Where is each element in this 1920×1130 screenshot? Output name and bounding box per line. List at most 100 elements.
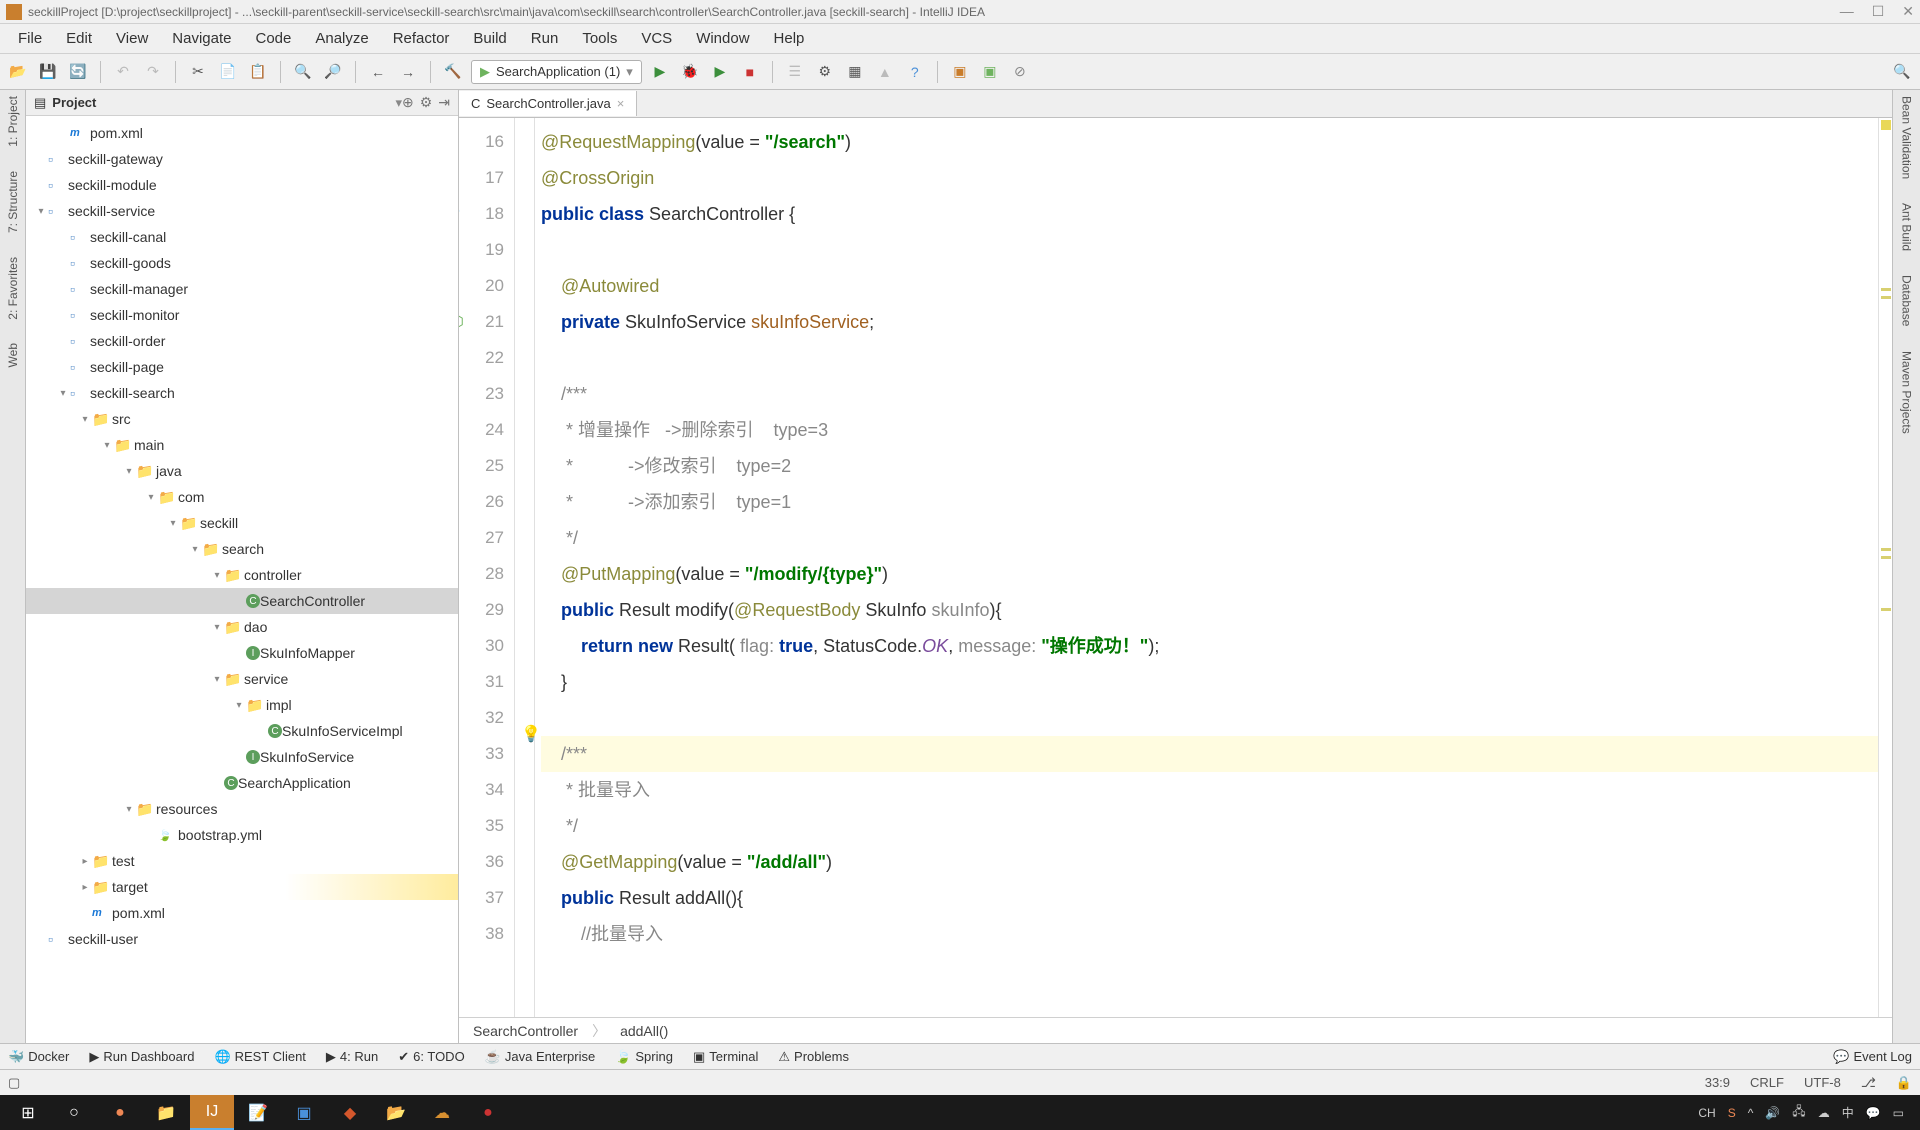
status-icon[interactable]: ▢	[8, 1075, 20, 1091]
code-line[interactable]: private SkuInfoService skuInfoService;	[541, 304, 1878, 340]
tree-node-pom-xml[interactable]: mpom.xml	[26, 900, 458, 926]
tree-node-service[interactable]: ▾📁service	[26, 666, 458, 692]
analysis-status-icon[interactable]	[1881, 120, 1891, 130]
sync-icon[interactable]: 🔄	[66, 60, 90, 84]
stop-button[interactable]: ■	[738, 60, 762, 84]
cut-icon[interactable]: ✂	[186, 60, 210, 84]
code-line[interactable]: public class SearchController {	[541, 196, 1878, 232]
gutter-line[interactable]: 29	[459, 592, 504, 628]
back-icon[interactable]: ←	[366, 60, 390, 84]
code-line[interactable]	[541, 340, 1878, 376]
code-line[interactable]: @CrossOrigin	[541, 160, 1878, 196]
event-log-button[interactable]: 💬Event Log	[1833, 1049, 1912, 1065]
tool----run[interactable]: ▶4: Run	[326, 1049, 378, 1065]
gutter-line[interactable]: 36	[459, 844, 504, 880]
gutter-line[interactable]: 38	[459, 916, 504, 952]
menu-window[interactable]: Window	[686, 26, 759, 51]
action-center-icon[interactable]: 💬	[1866, 1106, 1881, 1120]
open-icon[interactable]: 📂	[6, 60, 30, 84]
editor-tab[interactable]: C SearchController.java ×	[459, 91, 637, 116]
cursor-position[interactable]: 33:9	[1705, 1075, 1730, 1091]
gutter-line[interactable]: 24	[459, 412, 504, 448]
menu-refactor[interactable]: Refactor	[383, 26, 460, 51]
hide-icon[interactable]: ⇥	[438, 94, 450, 111]
gutter-line[interactable]: 22	[459, 340, 504, 376]
tree-node-seckill-service[interactable]: ▾▫seckill-service	[26, 198, 458, 224]
file-encoding[interactable]: UTF-8	[1804, 1075, 1841, 1091]
explorer-icon[interactable]: 📁	[144, 1095, 188, 1130]
paste-icon[interactable]: 📋	[246, 60, 270, 84]
gutter-line[interactable]: ⬡21	[459, 304, 504, 340]
tree-node-searchapplication[interactable]: C SearchApplication	[26, 770, 458, 796]
left-rail----structure[interactable]: 7: Structure	[6, 171, 20, 233]
tray-ime-icon[interactable]: 中	[1842, 1104, 1854, 1121]
gutter-line[interactable]: 19	[459, 232, 504, 268]
tree-node-seckill-module[interactable]: ▫seckill-module	[26, 172, 458, 198]
tree-node-controller[interactable]: ▾📁controller	[26, 562, 458, 588]
collapse-all-icon[interactable]: ⚙	[420, 94, 433, 111]
start-button[interactable]: ⊞	[6, 1095, 50, 1130]
right-rail-ant-build[interactable]: Ant Build	[1900, 203, 1914, 251]
menu-run[interactable]: Run	[521, 26, 569, 51]
code-line[interactable]: public Result modify(@RequestBody SkuInf…	[541, 592, 1878, 628]
right-rail-bean-validation[interactable]: Bean Validation	[1900, 96, 1914, 179]
tree-node-seckill-order[interactable]: ▫seckill-order	[26, 328, 458, 354]
ime-indicator[interactable]: CH	[1698, 1106, 1715, 1120]
gutter-line[interactable]: 31	[459, 664, 504, 700]
gutter-line[interactable]: 🍃18	[459, 196, 504, 232]
tree-node-pom-xml[interactable]: mpom.xml	[26, 120, 458, 146]
tree-node-searchcontroller[interactable]: C SearchController	[26, 588, 458, 614]
menu-build[interactable]: Build	[463, 26, 516, 51]
tool-docker[interactable]: 🐳Docker	[8, 1049, 69, 1065]
tree-node-seckill-monitor[interactable]: ▫seckill-monitor	[26, 302, 458, 328]
tree-node-skuinfomapper[interactable]: I SkuInfoMapper	[26, 640, 458, 666]
gutter-line[interactable]: 27	[459, 520, 504, 556]
forward-icon[interactable]: →	[396, 60, 420, 84]
tree-node-target[interactable]: ▸📁target	[26, 874, 458, 900]
redo-icon[interactable]: ↷	[141, 60, 165, 84]
code-line[interactable]: * ->添加索引 type=1	[541, 484, 1878, 520]
gutter-line[interactable]: 32	[459, 700, 504, 736]
code-line[interactable]: @PutMapping(value = "/modify/{type}")	[541, 556, 1878, 592]
app1-icon[interactable]: ◆	[328, 1095, 372, 1130]
close-button[interactable]: ✕	[1902, 3, 1914, 20]
context-icon[interactable]: ⎇	[1861, 1075, 1876, 1091]
tool-run-dashboard[interactable]: ▶Run Dashboard	[89, 1049, 194, 1065]
gutter-line[interactable]: 28	[459, 556, 504, 592]
code-line[interactable]: //批量导入	[541, 916, 1878, 952]
code-line[interactable]: }	[541, 664, 1878, 700]
tree-node-seckill[interactable]: ▾📁seckill	[26, 510, 458, 536]
jrebel1-icon[interactable]: ▣	[948, 60, 972, 84]
menu-analyze[interactable]: Analyze	[305, 26, 378, 51]
tree-node-resources[interactable]: ▾📁resources	[26, 796, 458, 822]
tree-node-search[interactable]: ▾📁search	[26, 536, 458, 562]
copy-icon[interactable]: 📄	[216, 60, 240, 84]
gutter-line[interactable]: 25	[459, 448, 504, 484]
gutter-line[interactable]: 23	[459, 376, 504, 412]
code-line[interactable]: /***	[541, 376, 1878, 412]
structure-icon[interactable]: ☰	[783, 60, 807, 84]
tool1-icon[interactable]: ⚙	[813, 60, 837, 84]
tool-spring[interactable]: 🍃Spring	[615, 1049, 673, 1065]
tree-node-bootstrap-yml[interactable]: 🍃bootstrap.yml	[26, 822, 458, 848]
run-button[interactable]: ▶	[648, 60, 672, 84]
tree-node-dao[interactable]: ▾📁dao	[26, 614, 458, 640]
gutter-line[interactable]: 37	[459, 880, 504, 916]
menu-code[interactable]: Code	[245, 26, 301, 51]
code-line[interactable]: return new Result( flag: true, StatusCod…	[541, 628, 1878, 664]
menu-file[interactable]: File	[8, 26, 52, 51]
tree-node-com[interactable]: ▾📁com	[26, 484, 458, 510]
chrome-icon[interactable]: ●	[98, 1095, 142, 1130]
tree-node-seckill-gateway[interactable]: ▫seckill-gateway	[26, 146, 458, 172]
menu-navigate[interactable]: Navigate	[162, 26, 241, 51]
lock-icon[interactable]: 🔒	[1896, 1075, 1912, 1091]
tool----todo[interactable]: ✔6: TODO	[398, 1049, 464, 1065]
tray-app-icon[interactable]: S	[1728, 1106, 1736, 1120]
cortana-icon[interactable]: ○	[52, 1095, 96, 1130]
network-icon[interactable]: 🖧	[1792, 1102, 1805, 1123]
minimize-button[interactable]: —	[1840, 3, 1854, 20]
tree-node-skuinfoserviceimpl[interactable]: C SkuInfoServiceImpl	[26, 718, 458, 744]
tree-node-seckill-canal[interactable]: ▫seckill-canal	[26, 224, 458, 250]
jrebel3-icon[interactable]: ⊘	[1008, 60, 1032, 84]
gutter-line[interactable]: 17	[459, 160, 504, 196]
